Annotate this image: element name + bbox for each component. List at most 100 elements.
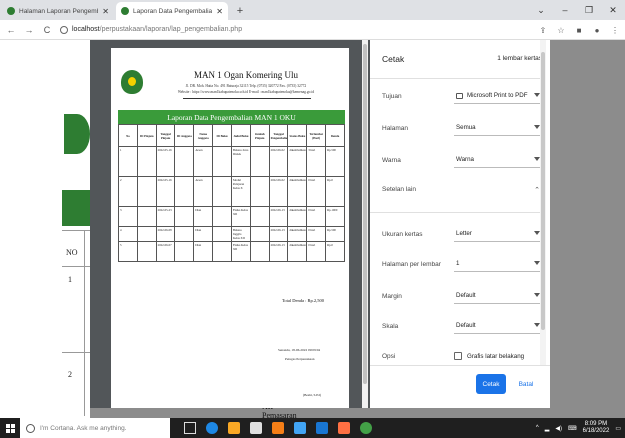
tab-label: Halaman Laporan Pengembalian: [19, 7, 98, 15]
store-icon[interactable]: [250, 422, 262, 434]
network-icon[interactable]: ▂: [545, 425, 550, 432]
background-graphics-checkbox[interactable]: [454, 352, 462, 360]
school-logo-fragment: [64, 114, 90, 154]
scrollbar-thumb[interactable]: [363, 44, 367, 384]
back-icon[interactable]: ←: [4, 23, 18, 37]
tab-search-icon[interactable]: ⌄: [529, 0, 553, 20]
table-cell: [212, 226, 232, 242]
table-cell: 2022-06-08: [155, 226, 176, 242]
margins-select[interactable]: Default: [454, 288, 542, 304]
table-cell: Dian: [193, 241, 214, 262]
task-view-icon[interactable]: [184, 422, 196, 434]
browser-toolbar: ← → C localhost/perpustakaan/laporan/lap…: [0, 20, 625, 40]
cortana-search-box[interactable]: I'm Cortana. Ask me anything.: [20, 418, 170, 438]
pages-row: Halaman Semua: [382, 120, 542, 136]
tab-laporan-data[interactable]: Laporan Data Pengembalian ✕: [116, 2, 228, 20]
print-settings-panel: Cetak 1 lembar kertas Tujuan Microsoft P…: [370, 40, 550, 408]
table-header-cell: ID Buku: [212, 124, 232, 147]
table-header-cell: Status Buku: [287, 124, 308, 147]
table-header-cell: Nama Anggota: [193, 124, 214, 147]
divider: [370, 212, 546, 213]
table-cell: 3 hari: [306, 146, 327, 177]
table-cell: 2022-06-13: [268, 226, 289, 242]
table-cell: Arsen: [193, 146, 214, 177]
color-select[interactable]: Warna: [454, 152, 542, 168]
destination-select[interactable]: Microsoft Print to PDF: [454, 88, 542, 104]
close-tab-icon[interactable]: ✕: [102, 7, 109, 16]
app-icon[interactable]: [294, 422, 306, 434]
scrollbar-thumb[interactable]: [541, 52, 545, 330]
app-icon[interactable]: [338, 422, 350, 434]
table-cell: 1: [118, 146, 138, 177]
table-header-no: NO: [66, 248, 78, 257]
table-header-cell: Judul Buku: [230, 124, 251, 147]
table-header-row: No ID Pinjam Tanggal Pinjam ID Anggota Nama …: [118, 124, 345, 147]
more-settings-toggle[interactable]: Setelan lain ⌃: [382, 186, 542, 194]
table-cell: [136, 176, 157, 207]
reload-icon[interactable]: C: [40, 23, 54, 37]
windows-logo-icon: [5, 423, 15, 433]
table-header-cell: No: [118, 124, 138, 147]
color-row: Warna Warna: [382, 152, 542, 168]
table-body: 1 2022-05-16 Arsen Bahasa Jawa Dialek 2022-0…: [118, 146, 345, 262]
maximize-icon[interactable]: ❐: [577, 0, 601, 20]
edge-browser-icon[interactable]: [206, 422, 218, 434]
pages-select[interactable]: Semua: [454, 120, 542, 136]
table-cell: [136, 226, 157, 242]
menu-kebab-icon[interactable]: ⋮: [609, 23, 621, 37]
app-icon[interactable]: [316, 422, 328, 434]
extension-icon[interactable]: ■: [573, 23, 585, 37]
table-border: [84, 230, 85, 416]
clock-date: 6/18/2022: [582, 428, 610, 434]
print-button[interactable]: Cetak: [476, 374, 506, 394]
tab-halaman-laporan[interactable]: Halaman Laporan Pengembalian ✕: [2, 2, 114, 20]
table-cell: 3: [118, 206, 138, 227]
clock[interactable]: 8:09 PM 6/18/2022: [583, 421, 610, 435]
table-cell: [174, 241, 195, 262]
profile-icon[interactable]: ●: [591, 23, 603, 37]
table-cell: 0 hari: [306, 226, 327, 242]
table-row: 4 2022-06-08 Dian Bahasa Inggris Kelas XII 2…: [118, 226, 345, 242]
info-icon[interactable]: [60, 25, 68, 34]
table-cell: [249, 176, 270, 207]
paper-size-row: Ukuran kertas Letter: [382, 226, 542, 242]
cancel-button[interactable]: Batal: [512, 374, 540, 394]
background-graphics-option[interactable]: Grafis latar belakang: [454, 352, 542, 360]
scale-select[interactable]: Default: [454, 318, 542, 334]
share-icon[interactable]: ⇪: [537, 23, 549, 37]
table-cell: 2022-05-16: [155, 176, 176, 207]
table-cell: Rp.500: [325, 146, 345, 177]
minimize-icon[interactable]: –: [553, 0, 577, 20]
keyboard-icon[interactable]: ⌨: [568, 425, 577, 432]
table-cell-no: 1: [68, 275, 72, 284]
chrome-icon[interactable]: [360, 422, 372, 434]
system-tray: ^ ▂ ◀) ⌨ 8:09 PM 6/18/2022 ▭: [536, 418, 621, 438]
forward-icon[interactable]: →: [22, 23, 36, 37]
preview-scrollbar[interactable]: [362, 40, 368, 408]
notifications-icon[interactable]: ▭: [615, 425, 621, 432]
settings-scrollbar[interactable]: [540, 40, 546, 408]
signature-role: Petugas Perpustakaan: [285, 357, 315, 361]
volume-icon[interactable]: ◀): [555, 425, 562, 432]
table-cell-no: 2: [68, 370, 72, 379]
address-bar[interactable]: localhost/perpustakaan/laporan/lap_penge…: [60, 23, 540, 37]
table-cell: [174, 226, 195, 242]
close-window-icon[interactable]: ✕: [601, 0, 625, 20]
app-icon[interactable]: [272, 422, 284, 434]
school-address: Jl. DR. Moh. Hatta No. 491 Baturaja 3211…: [185, 84, 307, 88]
options-label: Opsi: [382, 352, 396, 360]
background-graphics-label: Grafis latar belakang: [467, 352, 525, 360]
new-tab-icon[interactable]: +: [232, 2, 248, 20]
bookmark-star-icon[interactable]: ☆: [555, 23, 567, 37]
pages-per-sheet-select[interactable]: 1: [454, 256, 542, 272]
close-tab-icon[interactable]: ✕: [216, 7, 223, 16]
clock-time: 8:09 PM: [584, 421, 608, 427]
file-explorer-icon[interactable]: [228, 422, 240, 434]
table-row: 1 2022-05-16 Arsen Bahasa Jawa Dialek 2022-0…: [118, 146, 345, 177]
start-button[interactable]: [0, 418, 20, 438]
margins-label: Margin: [382, 292, 402, 300]
tray-chevron-icon[interactable]: ^: [536, 425, 539, 431]
paper-size-select[interactable]: Letter: [454, 226, 542, 242]
site-favicon-icon: [7, 7, 15, 15]
options-row: Opsi Grafis latar belakang: [382, 348, 542, 364]
